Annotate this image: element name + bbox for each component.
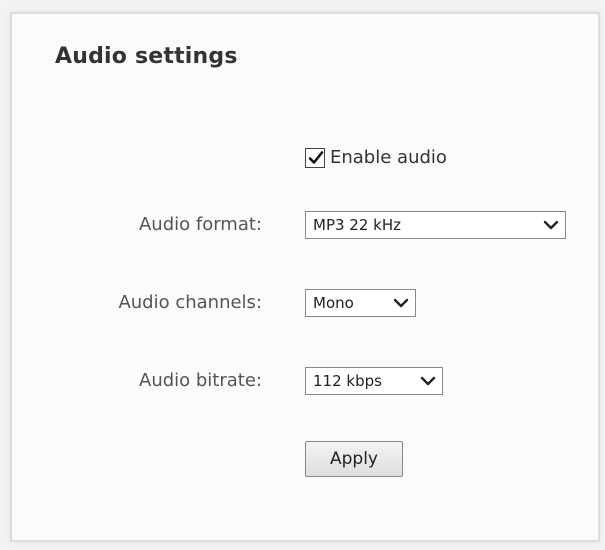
- audio-bitrate-select[interactable]: 112 kbps: [305, 367, 443, 395]
- audio-format-select[interactable]: MP3 22 kHz: [305, 211, 566, 239]
- enable-audio-checkbox[interactable]: [305, 148, 325, 168]
- chevron-down-icon: [393, 298, 409, 308]
- panel-title: Audio settings: [55, 44, 238, 69]
- audio-format-value: MP3 22 kHz: [313, 216, 401, 234]
- check-icon: [308, 151, 324, 164]
- audio-channels-select[interactable]: Mono: [305, 289, 416, 317]
- chevron-down-icon: [420, 376, 436, 386]
- audio-format-label: Audio format:: [138, 214, 262, 235]
- audio-channels-label: Audio channels:: [118, 292, 262, 313]
- chevron-down-icon: [543, 220, 559, 230]
- enable-audio-label[interactable]: Enable audio: [330, 148, 447, 168]
- apply-button[interactable]: Apply: [305, 441, 403, 477]
- enable-audio-row: Enable audio: [305, 146, 447, 170]
- audio-bitrate-value: 112 kbps: [313, 372, 382, 390]
- audio-settings-panel: Audio settings Enable audio Audio format…: [10, 12, 600, 542]
- audio-bitrate-label: Audio bitrate:: [139, 370, 262, 391]
- audio-channels-value: Mono: [313, 294, 354, 312]
